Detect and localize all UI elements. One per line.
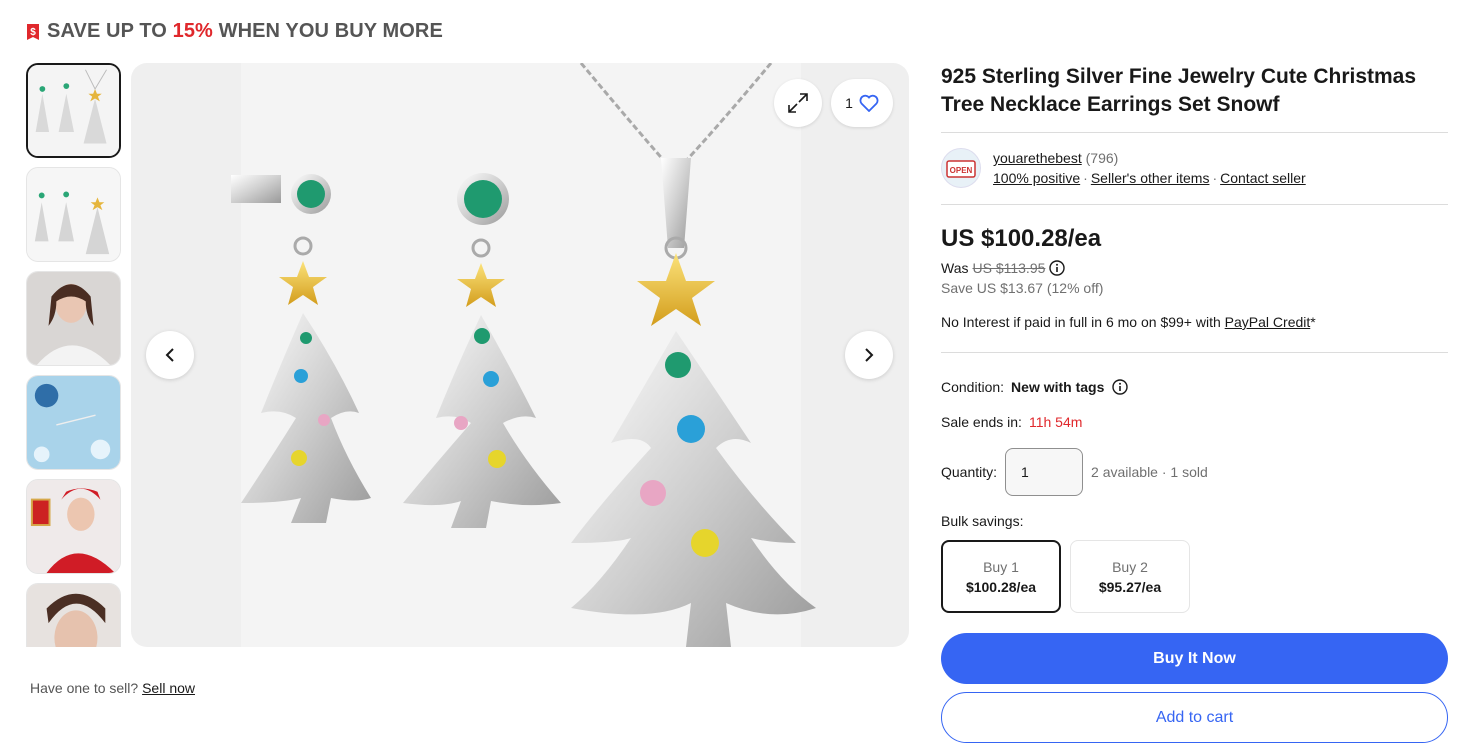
sell-now-link[interactable]: Sell now (142, 680, 195, 696)
was-price-row: Was US $113.95 (941, 260, 1448, 276)
condition-label: Condition: (941, 379, 1005, 395)
bulk-options: Buy 1 $100.28/ea Buy 2 $95.27/ea (941, 540, 1448, 613)
availability-text: 2 available · 1 sold (1091, 464, 1208, 480)
condition-row: Condition: New with tags (941, 379, 1448, 395)
sale-ends-row: Sale ends in: 11h 54m (941, 414, 1448, 430)
price: US $100.28/ea (941, 225, 1102, 252)
jewelry-thumbnail (28, 65, 119, 156)
next-image-button[interactable] (845, 331, 893, 379)
jewelry-thumbnail (27, 168, 120, 261)
model-thumbnail (27, 272, 120, 365)
quantity-input[interactable] (1005, 448, 1084, 496)
info-icon[interactable] (1049, 260, 1066, 276)
thumbnail-strip (26, 63, 123, 647)
previous-image-button[interactable] (146, 331, 194, 379)
seller-feedback-count: (796) (1085, 150, 1119, 166)
expand-icon (788, 93, 808, 113)
snowflake-thumbnail (27, 376, 120, 469)
info-icon[interactable] (1112, 379, 1129, 395)
promo-banner: $ SAVE UP TO 15% WHEN YOU BUY MORE (25, 20, 443, 43)
price-tag-icon: $ (27, 23, 39, 40)
svg-text:$: $ (30, 27, 36, 38)
divider (941, 352, 1448, 353)
buy-it-now-button[interactable]: Buy It Now (941, 633, 1448, 684)
paypal-credit-link[interactable]: PayPal Credit (1225, 314, 1311, 330)
quantity-label: Quantity: (941, 464, 998, 480)
seller-avatar[interactable]: OPEN (941, 148, 981, 188)
listing-details: 925 Sterling Silver Fine Jewelry Cute Ch… (941, 63, 1448, 743)
sell-prompt: Have one to sell? Sell now (30, 680, 195, 696)
condition-value: New with tags (1011, 379, 1105, 395)
was-price: US $113.95 (972, 260, 1046, 276)
thumbnail-3[interactable] (26, 271, 121, 366)
main-product-image[interactable]: 1 (131, 63, 909, 647)
expand-image-button[interactable] (774, 79, 822, 127)
sale-ends-value: 11h 54m (1028, 414, 1083, 430)
open-sign-icon: OPEN (946, 160, 976, 178)
heart-icon (859, 94, 879, 112)
price-block: US $100.28/ea Was US $113.95 Save US $13… (941, 205, 1448, 330)
promo-text: SAVE UP TO 15% WHEN YOU BUY MORE (47, 20, 443, 42)
credit-offer: No Interest if paid in full in 6 mo on $… (941, 314, 1316, 330)
promo-percent: 15% (172, 20, 213, 42)
quantity-row: Quantity: 2 available · 1 sold (941, 448, 1448, 496)
savings-text: Save US $13.67 (12% off) (941, 280, 1104, 296)
watch-count: 1 (845, 95, 853, 111)
contact-seller-link[interactable]: Contact seller (1220, 170, 1306, 186)
model-thumbnail (27, 584, 120, 647)
jewelry-image (231, 63, 816, 647)
thumbnail-5[interactable] (26, 479, 121, 574)
thumbnail-6[interactable] (26, 583, 121, 647)
thumbnail-1[interactable] (26, 63, 121, 158)
bulk-option-buy-1[interactable]: Buy 1 $100.28/ea (941, 540, 1061, 613)
model-thumbnail (27, 480, 120, 573)
thumbnail-4[interactable] (26, 375, 121, 470)
chevron-left-icon (165, 348, 174, 362)
chevron-right-icon (865, 348, 874, 362)
seller-other-items-link[interactable]: Seller's other items (1091, 170, 1210, 186)
add-to-cart-button[interactable]: Add to cart (941, 692, 1448, 743)
bulk-savings-label: Bulk savings: (941, 513, 1024, 529)
seller-positive-link[interactable]: 100% positive (993, 170, 1080, 186)
seller-name-link[interactable]: youarethebest (993, 150, 1082, 166)
thumbnail-2[interactable] (26, 167, 121, 262)
seller-card: OPEN youarethebest (796) 100% positive · S… (941, 133, 1448, 204)
svg-text:OPEN: OPEN (950, 166, 973, 175)
watch-button[interactable]: 1 (831, 79, 893, 127)
sale-ends-label: Sale ends in: (941, 414, 1022, 430)
listing-title: 925 Sterling Silver Fine Jewelry Cute Ch… (941, 65, 1417, 116)
bulk-option-buy-2[interactable]: Buy 2 $95.27/ea (1070, 540, 1190, 613)
